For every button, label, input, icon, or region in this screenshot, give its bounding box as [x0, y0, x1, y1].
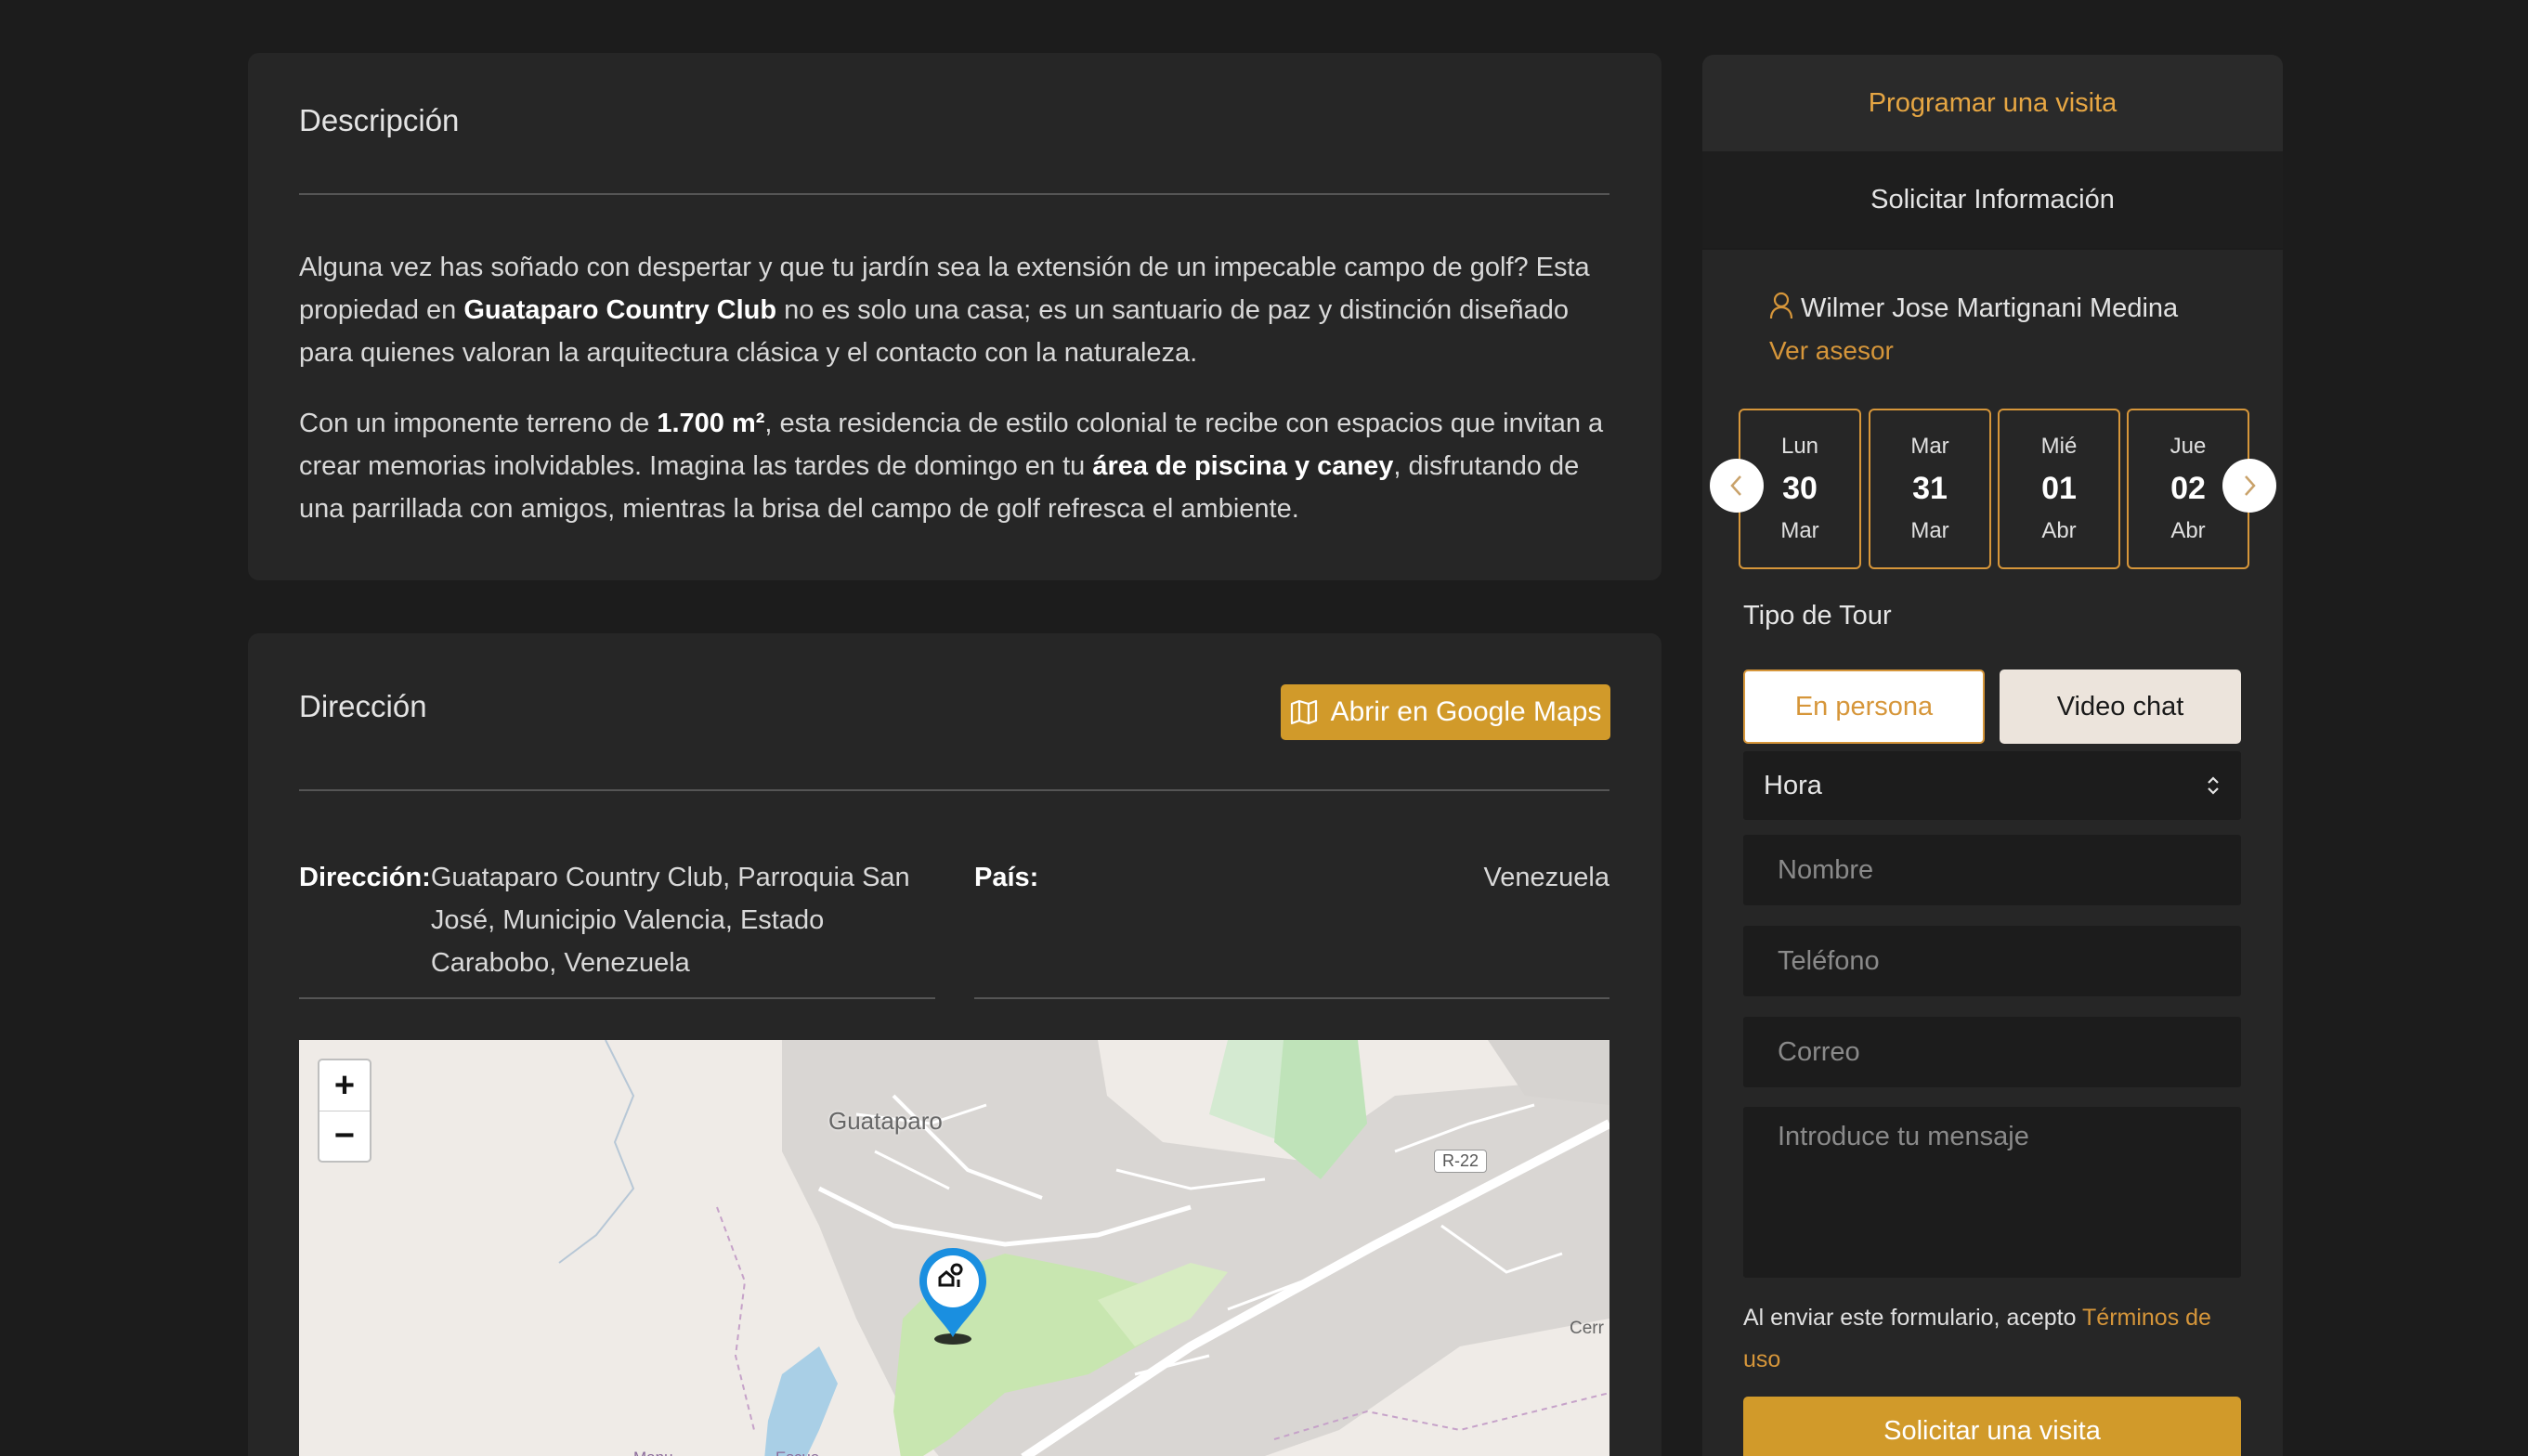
tab-request-info[interactable]: Solicitar Información [1702, 151, 2283, 248]
agent-name: Wilmer Jose Martignani Medina [1801, 293, 2179, 323]
next-dates-button[interactable] [2222, 459, 2276, 513]
tour-video-chat-button[interactable]: Video chat [2000, 670, 2241, 744]
terms-text: Al enviar este formulario, acepto [1743, 1305, 2083, 1331]
map-label-cerro: Cerr [1570, 1319, 1604, 1338]
address-field: Dirección: Guataparo Country Club, Parro… [299, 856, 935, 984]
day-number: 01 [2041, 471, 2077, 506]
map-view[interactable]: Guataparo R-22 Cerr Manu Escue + − [299, 1040, 1609, 1456]
road-badge-r22: R-22 [1434, 1150, 1488, 1173]
day-name: Mar [1910, 434, 1949, 459]
day-month: Mar [1780, 518, 1819, 543]
description-paragraph-1: Alguna vez has soñado con despertar y qu… [299, 246, 1618, 374]
request-visit-button[interactable]: Solicitar una visita [1743, 1397, 2241, 1456]
divider [299, 193, 1609, 195]
hour-select-value: Hora [1764, 770, 1822, 800]
day-name: Lun [1780, 434, 1819, 459]
visit-form-panel: Wilmer Jose Martignani Medina Ver asesor… [1702, 250, 2283, 1456]
day-number: 30 [1782, 471, 1818, 506]
hour-select[interactable]: Hora [1743, 751, 2241, 820]
map-label-escue: Escue [775, 1449, 819, 1456]
map-label-guataparo: Guataparo [828, 1107, 943, 1135]
divider [299, 789, 1609, 791]
user-icon [1769, 292, 1793, 319]
day-number: 02 [2170, 471, 2206, 506]
message-textarea[interactable]: Introduce tu mensaje [1743, 1107, 2241, 1278]
day-month: Abr [2041, 518, 2077, 543]
divider [299, 997, 935, 999]
text-segment: Con un imponente terreno de [299, 409, 658, 438]
view-agent-link[interactable]: Ver asesor [1769, 336, 1894, 366]
phone-input[interactable]: Teléfono [1743, 926, 2241, 996]
address-card: Dirección Abrir en Google Maps Dirección… [248, 633, 1661, 1456]
open-google-maps-button[interactable]: Abrir en Google Maps [1281, 684, 1610, 740]
home-pin-icon[interactable] [914, 1244, 992, 1346]
map-label-manu: Manu [633, 1449, 673, 1456]
address-label: Dirección: [299, 863, 431, 892]
date-option[interactable]: Mié 01 Abr [1998, 409, 2120, 569]
zoom-control: + − [318, 1059, 371, 1163]
tab-schedule-visit[interactable]: Programar una visita [1702, 55, 2283, 151]
email-input[interactable]: Correo [1743, 1017, 2241, 1087]
agent-info: Wilmer Jose Martignani Medina [1769, 292, 2178, 324]
map-icon [1290, 699, 1317, 725]
address-title: Dirección [299, 689, 427, 723]
text-strong: 1.700 m² [657, 409, 765, 438]
prev-dates-button[interactable] [1710, 459, 1764, 513]
description-title: Descripción [299, 103, 460, 137]
zoom-out-button[interactable]: − [319, 1111, 370, 1161]
country-field: País: Venezuela [974, 856, 1609, 899]
country-label: País: [974, 863, 1039, 892]
tour-type-label: Tipo de Tour [1743, 601, 1892, 630]
day-name: Mié [2040, 434, 2078, 459]
day-name: Jue [2170, 434, 2207, 459]
day-number: 31 [1912, 471, 1948, 506]
text-strong: Guataparo Country Club [463, 295, 777, 325]
day-month: Abr [2170, 518, 2206, 543]
maps-button-label: Abrir en Google Maps [1330, 696, 1602, 727]
zoom-in-button[interactable]: + [319, 1060, 370, 1111]
chevron-right-icon [2245, 475, 2256, 496]
country-value: Venezuela [1483, 863, 1609, 892]
date-option[interactable]: Mar 31 Mar [1869, 409, 1991, 569]
terms-notice: Al enviar este formulario, acepto Términ… [1743, 1297, 2245, 1381]
divider [974, 997, 1609, 999]
description-card: Descripción Alguna vez has soñado con de… [248, 53, 1661, 580]
chevron-left-icon [1730, 475, 1741, 496]
day-month: Mar [1910, 518, 1949, 543]
address-value: Guataparo Country Club, Parroquia San Jo… [430, 863, 910, 978]
text-strong: área de piscina y caney [1092, 451, 1394, 481]
name-input[interactable]: Nombre [1743, 835, 2241, 905]
description-paragraph-2: Con un imponente terreno de 1.700 m², es… [299, 402, 1618, 530]
tour-in-person-button[interactable]: En persona [1743, 670, 1985, 744]
select-arrows-icon [2208, 776, 2219, 795]
